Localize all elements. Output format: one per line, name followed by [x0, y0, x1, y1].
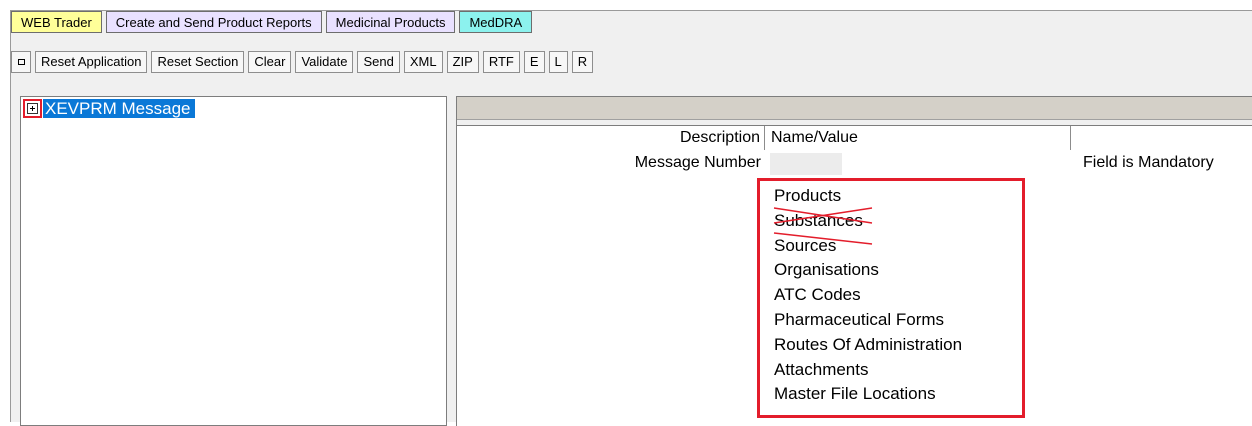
l-button[interactable]: L — [548, 51, 568, 73]
tree-panel: XEVPRM Message — [20, 96, 447, 426]
toolbar: Reset Application Reset Section Clear Va… — [11, 51, 594, 73]
dropdown-item-master-file-locations[interactable]: Master File Locations — [774, 382, 962, 407]
tree-node-label[interactable]: XEVPRM Message — [43, 99, 195, 118]
r-button[interactable]: R — [571, 51, 594, 73]
dropdown-item-routes-of-administration[interactable]: Routes Of Administration — [774, 333, 962, 358]
tab-medicinal-products[interactable]: Medicinal Products — [325, 11, 456, 33]
tab-create-send-product-reports[interactable]: Create and Send Product Reports — [105, 11, 322, 33]
zip-button[interactable]: ZIP — [446, 51, 479, 73]
plus-icon — [27, 103, 38, 114]
column-header-description: Description — [457, 126, 765, 150]
dropdown-item-substances[interactable]: Substances — [774, 209, 962, 234]
tab-web-trader[interactable]: WEB Trader — [11, 11, 102, 33]
window-icon — [17, 59, 25, 65]
message-number-value-field[interactable] — [770, 153, 842, 175]
reset-application-button[interactable]: Reset Application — [35, 51, 148, 73]
rtf-button[interactable]: RTF — [482, 51, 520, 73]
reset-section-button[interactable]: Reset Section — [151, 51, 245, 73]
dropdown-list: Products Substances Sources Organisation… — [774, 184, 962, 407]
field-label-message-number: Message Number — [634, 154, 761, 171]
window-toggle-button[interactable] — [11, 51, 31, 73]
send-button[interactable]: Send — [357, 51, 400, 73]
dropdown-item-attachments[interactable]: Attachments — [774, 358, 962, 383]
mandatory-note: Field is Mandatory — [1083, 154, 1214, 171]
column-header-name-value: Name/Value — [771, 126, 1071, 150]
dropdown-item-organisations[interactable]: Organisations — [774, 258, 962, 283]
validate-button[interactable]: Validate — [295, 51, 354, 73]
tab-meddra[interactable]: MedDRA — [459, 11, 533, 33]
top-tabs: WEB Trader Create and Send Product Repor… — [11, 11, 533, 33]
clear-button[interactable]: Clear — [248, 51, 292, 73]
tree-node-root: XEVPRM Message — [23, 99, 195, 118]
details-title-bar — [457, 96, 1252, 120]
xml-button[interactable]: XML — [403, 51, 443, 73]
dropdown-item-atc-codes[interactable]: ATC Codes — [774, 283, 962, 308]
entity-type-dropdown[interactable]: Products Substances Sources Organisation… — [757, 178, 1025, 418]
dropdown-item-products[interactable]: Products — [774, 184, 962, 209]
expand-node-button[interactable] — [23, 99, 42, 118]
dropdown-item-sources[interactable]: Sources — [774, 234, 962, 259]
e-button[interactable]: E — [523, 51, 545, 73]
grid-header: Description Name/Value — [457, 126, 1252, 150]
dropdown-item-pharmaceutical-forms[interactable]: Pharmaceutical Forms — [774, 308, 962, 333]
